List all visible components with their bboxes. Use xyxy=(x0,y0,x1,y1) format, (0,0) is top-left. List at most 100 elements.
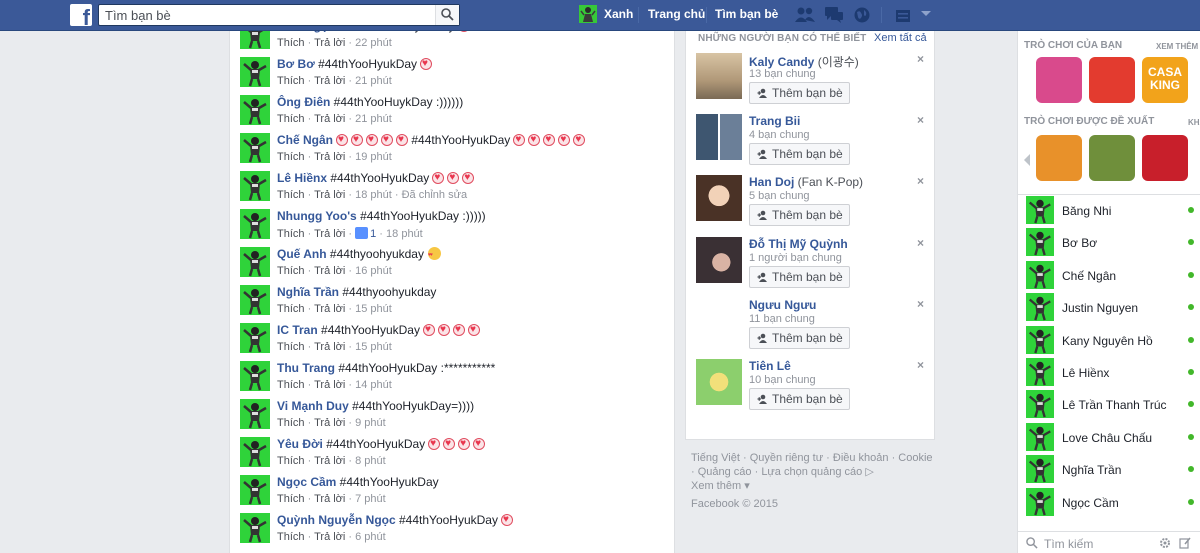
reply-comment-link[interactable]: Trả lời xyxy=(314,75,345,87)
comment-timestamp[interactable]: 21 phút xyxy=(355,113,392,125)
other-games-link[interactable]: KHÁC xyxy=(1188,118,1200,127)
comment-timestamp[interactable]: 19 phút xyxy=(355,151,392,163)
commenter-avatar[interactable] xyxy=(240,209,270,239)
like-comment-link[interactable]: Thích xyxy=(277,265,305,277)
comment-timestamp[interactable]: 6 phút xyxy=(355,531,386,543)
like-comment-link[interactable]: Thích xyxy=(277,37,305,49)
home-link[interactable]: Trang chủ xyxy=(648,7,705,21)
pymk-name-link[interactable]: Han Doj xyxy=(749,175,794,189)
comment-timestamp[interactable]: 8 phút xyxy=(355,455,386,467)
like-comment-link[interactable]: Thích xyxy=(277,303,305,315)
reply-comment-link[interactable]: Trả lời xyxy=(314,303,345,315)
reply-comment-link[interactable]: Trả lời xyxy=(314,265,345,277)
pymk-profile-photo[interactable] xyxy=(696,359,742,405)
comment-author-link[interactable]: Chế Ngân xyxy=(277,133,333,147)
chat-contact[interactable]: Băng Nhi xyxy=(1026,196,1198,226)
chevron-left-icon[interactable] xyxy=(1024,154,1030,166)
notifications-globe-icon[interactable] xyxy=(853,6,871,24)
reply-comment-link[interactable]: Trả lời xyxy=(314,37,345,49)
comment-timestamp[interactable]: 21 phút xyxy=(355,75,392,87)
reply-comment-link[interactable]: Trả lời xyxy=(314,228,345,240)
see-more-games-link[interactable]: XEM THÊM xyxy=(1156,42,1198,51)
close-icon[interactable]: × xyxy=(917,52,924,66)
privacy-shortcuts-icon[interactable] xyxy=(895,6,911,24)
comment-timestamp[interactable]: 18 phút xyxy=(355,189,392,201)
like-comment-link[interactable]: Thích xyxy=(277,189,305,201)
profile-link[interactable]: Xanh xyxy=(604,7,633,21)
pymk-name-link[interactable]: Tiên Lê xyxy=(749,359,791,373)
commenter-avatar[interactable] xyxy=(240,323,270,353)
compose-icon[interactable] xyxy=(1179,537,1191,549)
mutual-friends-count[interactable]: 10 bạn chung xyxy=(749,374,816,386)
close-icon[interactable]: × xyxy=(917,113,924,127)
comment-author-link[interactable]: Nhungg Yoo's xyxy=(277,209,357,223)
chat-contact[interactable]: Bơ Bơ xyxy=(1026,228,1198,258)
close-icon[interactable]: × xyxy=(917,174,924,188)
like-comment-link[interactable]: Thích xyxy=(277,151,305,163)
comment-timestamp[interactable]: 7 phút xyxy=(355,493,386,505)
chat-contact[interactable]: Ngọc Cầm xyxy=(1026,487,1198,518)
pymk-name-link[interactable]: Trang Bii xyxy=(749,114,800,128)
commenter-avatar[interactable] xyxy=(240,31,270,49)
like-comment-link[interactable]: Thích xyxy=(277,455,305,467)
like-comment-link[interactable]: Thích xyxy=(277,417,305,429)
like-comment-link[interactable]: Thích xyxy=(277,113,305,125)
comment-timestamp[interactable]: 9 phút xyxy=(355,417,386,429)
like-comment-link[interactable]: Thích xyxy=(277,531,305,543)
commenter-avatar[interactable] xyxy=(240,399,270,429)
friend-search-input[interactable] xyxy=(99,5,435,25)
comment-author-link[interactable]: Yêu Đời xyxy=(277,437,323,451)
comment-timestamp[interactable]: 16 phút xyxy=(355,265,392,277)
commenter-avatar[interactable] xyxy=(240,285,270,315)
profile-avatar[interactable] xyxy=(579,5,597,23)
close-icon[interactable]: × xyxy=(917,358,924,372)
pymk-profile-photo[interactable] xyxy=(696,297,742,344)
candy-crush-game-icon[interactable] xyxy=(1036,57,1082,103)
like-comment-link[interactable]: Thích xyxy=(277,379,305,391)
add-friend-button[interactable]: Thêm bạn bè xyxy=(749,388,850,410)
reply-comment-link[interactable]: Trả lời xyxy=(314,341,345,353)
reply-comment-link[interactable]: Trả lời xyxy=(314,493,345,505)
mutual-friends-count[interactable]: 5 bạn chung xyxy=(749,190,810,202)
comment-timestamp[interactable]: 15 phút xyxy=(355,303,392,315)
chat-contact[interactable]: Kany Nguyên Hồ xyxy=(1026,325,1198,356)
commenter-avatar[interactable] xyxy=(240,95,270,125)
like-comment-link[interactable]: Thích xyxy=(277,493,305,505)
casino-king-game-icon[interactable]: CASA KING xyxy=(1142,57,1188,103)
chat-contact[interactable]: Justin Nguyen xyxy=(1026,293,1198,323)
mutual-friends-count[interactable]: 1 người bạn chung xyxy=(749,252,842,264)
find-friends-link[interactable]: Tìm bạn bè xyxy=(715,7,778,21)
reply-comment-link[interactable]: Trả lời xyxy=(314,531,345,543)
add-friend-button[interactable]: Thêm bạn bè xyxy=(749,326,850,349)
facebook-logo[interactable]: f xyxy=(70,4,92,26)
mutual-friends-count[interactable]: 4 bạn chung xyxy=(749,129,810,141)
comment-author-link[interactable]: Nghĩa Trần xyxy=(277,285,339,299)
add-friend-button[interactable]: Thêm bạn bè xyxy=(749,143,850,166)
comment-author-link[interactable]: Ông Điên xyxy=(277,95,330,109)
comment-author-link[interactable]: Vi Mạnh Duy xyxy=(277,399,349,413)
ninja-game-icon[interactable] xyxy=(1089,57,1135,103)
comment-timestamp[interactable]: 14 phút xyxy=(355,379,392,391)
commenter-avatar[interactable] xyxy=(240,57,270,87)
commenter-avatar[interactable] xyxy=(240,437,270,467)
reply-comment-link[interactable]: Trả lời xyxy=(314,379,345,391)
footer-links-line-1[interactable]: Tiếng Việt · Quyền riêng tư · Điều khoản… xyxy=(691,451,936,465)
comment-timestamp[interactable]: 18 phút xyxy=(386,228,423,240)
comment-author-link[interactable]: IC Tran xyxy=(277,323,318,337)
comment-timestamp[interactable]: 22 phút xyxy=(355,37,392,49)
like-comment-link[interactable]: Thích xyxy=(277,341,305,353)
like-comment-link[interactable]: Thích xyxy=(277,75,305,87)
reply-comment-link[interactable]: Trả lời xyxy=(314,151,345,163)
like-comment-link[interactable]: Thích xyxy=(277,228,305,240)
account-menu-caret-icon[interactable] xyxy=(921,11,931,16)
gear-icon[interactable] xyxy=(1159,537,1171,549)
comment-author-link[interactable]: Quỳnh Nguyễn Ngọc xyxy=(277,513,396,527)
chat-contact[interactable]: Lê Trần Thanh Trúc xyxy=(1026,390,1198,420)
friend-requests-icon[interactable] xyxy=(794,6,816,24)
pymk-profile-photo[interactable] xyxy=(696,236,742,283)
commenter-avatar[interactable] xyxy=(240,513,270,543)
commenter-avatar[interactable] xyxy=(240,475,270,505)
comment-author-link[interactable]: Lê Hiềnx xyxy=(277,171,327,185)
commenter-avatar[interactable] xyxy=(240,171,270,201)
subway-surfers-game-icon[interactable] xyxy=(1089,135,1135,181)
